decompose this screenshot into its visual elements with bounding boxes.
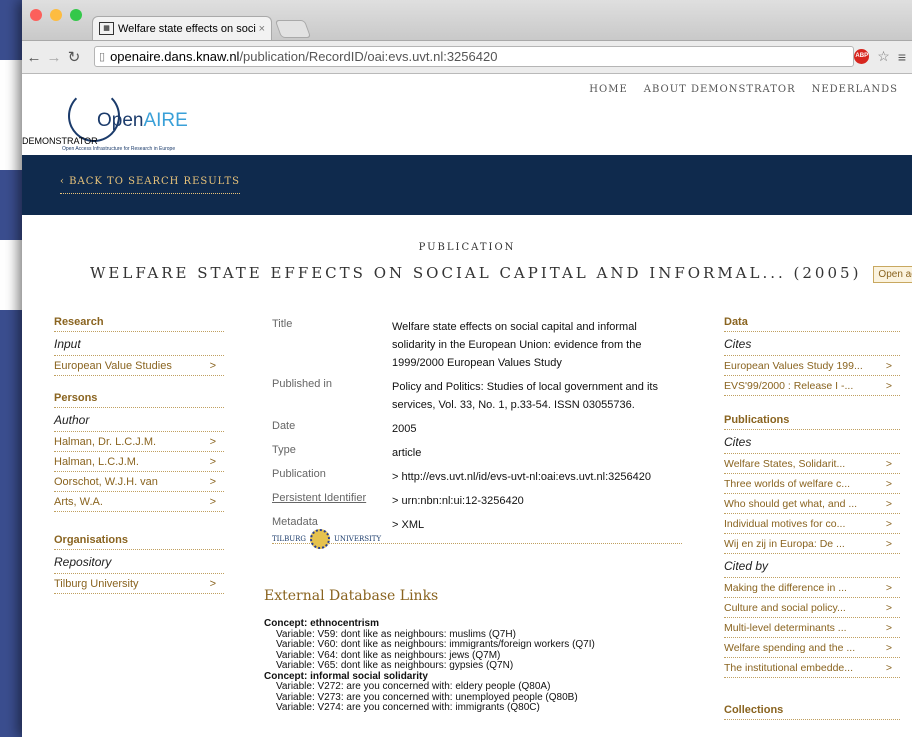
variable-link[interactable]: Variable: V274: are you concerned with: … (264, 702, 595, 714)
right-column: Data Cites European Values Study 199... >… (724, 314, 900, 720)
cites-item[interactable]: Who should get what, and ... > (724, 494, 900, 514)
logo-tagline: Open Access Infrastructure for Research … (62, 146, 176, 152)
zoom-window-button[interactable] (70, 9, 82, 21)
cited-by-item[interactable]: Culture and social policy... > (724, 598, 900, 618)
variable-link[interactable]: Variable: V60: dont like as neighbours: … (264, 639, 595, 651)
data-item[interactable]: European Values Study 199... > (724, 356, 900, 376)
cites-item[interactable]: Wij en zij in Europa: De ... > (724, 534, 900, 554)
page-icon: ▯ (99, 51, 106, 63)
persistent-identifier-link[interactable]: Persistent Identifier (272, 492, 392, 510)
concept-label: Concept: ethnocentrism (264, 618, 380, 629)
cites-item[interactable]: Three worlds of welfare c... > (724, 474, 900, 494)
collections-heading: Collections (724, 702, 900, 720)
variable-link[interactable]: Variable: V65: dont like as neighbours: … (264, 660, 595, 672)
address-bar[interactable]: ▯ openaire.dans.knaw.nl/publication/Reco… (94, 46, 854, 67)
publication-title: WELFARE STATE EFFECTS ON SOCIAL CAPITAL … (90, 264, 862, 282)
meta-row-publication: Publication > http://evs.uvt.nl/id/evs-uv… (272, 465, 682, 489)
cited-by-item[interactable]: Making the difference in ... > (724, 578, 900, 598)
meta-row-date: Date 2005 (272, 420, 417, 435)
meta-row-title: Title Welfare state effects on social cap… (272, 318, 642, 369)
author-subheading: Author (54, 408, 224, 432)
page-title: WELFARE STATE EFFECTS ON SOCIAL CAPITAL … (90, 264, 912, 283)
browser-window: ▦ Welfare state effects on soci × ← → ↻ … (22, 0, 912, 737)
external-links-heading: External Database Links (264, 588, 439, 604)
data-heading: Data (724, 314, 900, 332)
logo-demonstrator: DEMONSTRATOR (22, 136, 98, 146)
input-item[interactable]: European Value Studies > (54, 356, 224, 376)
research-heading: Research (54, 314, 224, 332)
input-subheading: Input (54, 332, 224, 356)
forward-arrow-icon[interactable]: → (44, 49, 64, 66)
cites-item[interactable]: Welfare States, Solidarit... > (724, 454, 900, 474)
web-page: HOME ABOUT DEMONSTRATOR NEDERLANDS OpenA… (22, 74, 912, 737)
back-arrow-icon[interactable]: ← (24, 49, 44, 66)
nav-about[interactable]: ABOUT DEMONSTRATOR (644, 84, 796, 95)
reload-icon[interactable]: ↻ (64, 48, 84, 66)
author-item[interactable]: Halman, L.C.J.M. > (54, 452, 224, 472)
openaire-logo[interactable]: OpenAIRE DEMONSTRATOR Open Access Infras… (22, 84, 222, 154)
nav-home[interactable]: HOME (589, 84, 627, 95)
author-item[interactable]: Oorschot, W.J.H. van > (54, 472, 224, 492)
tab-bar: ▦ Welfare state effects on soci × (22, 0, 912, 41)
star-icon[interactable]: ☆ (877, 48, 890, 65)
repository-subheading: Repository (54, 550, 224, 574)
cited-by-item[interactable]: The institutional embedde... > (724, 658, 900, 678)
browser-toolbar: ← → ↻ ▯ openaire.dans.knaw.nl/publicatio… (22, 41, 912, 74)
xml-link[interactable]: > XML (392, 516, 682, 534)
back-to-search-link[interactable]: ‹ BACK TO SEARCH RESULTS (60, 176, 240, 194)
page-banner: ‹ BACK TO SEARCH RESULTS (22, 155, 912, 215)
tab-title: Welfare state effects on soci (118, 22, 256, 35)
close-window-button[interactable] (30, 9, 42, 21)
close-tab-icon[interactable]: × (259, 23, 265, 35)
author-item[interactable]: Arts, W.A. > (54, 492, 224, 512)
logo-name: OpenAIRE (97, 110, 188, 131)
adblock-icon[interactable]: ABP (854, 49, 870, 64)
university-seal-icon (310, 529, 330, 549)
data-cites-subheading: Cites (724, 332, 900, 356)
nav-language[interactable]: NEDERLANDS (812, 84, 898, 95)
identifier-link[interactable]: > urn:nbn:nl:ui:12-3256420 (392, 492, 682, 510)
author-item[interactable]: Halman, Dr. L.C.J.M. > (54, 432, 224, 452)
publications-heading: Publications (724, 412, 900, 430)
open-access-badge: Open access (873, 265, 912, 283)
meta-row-identifier: Persistent Identifier > urn:nbn:nl:ui:12-… (272, 489, 682, 513)
tab-active[interactable]: ▦ Welfare state effects on soci × (92, 16, 272, 40)
new-tab-button[interactable] (274, 20, 312, 38)
meta-row-type: Type article (272, 444, 422, 459)
meta-row-published: Published in Policy and Politics: Studies… (272, 378, 658, 411)
url-host: openaire.dans.knaw.nl (110, 49, 240, 64)
pub-cites-subheading: Cites (724, 430, 900, 454)
cited-by-subheading: Cited by (724, 554, 900, 578)
menu-icon[interactable]: ≡ (898, 49, 906, 65)
minimize-window-button[interactable] (50, 9, 62, 21)
cited-by-item[interactable]: Welfare spending and the ... > (724, 638, 900, 658)
tilburg-university-logo: TILBURG UNIVERSITY (272, 529, 381, 549)
organisations-heading: Organisations (54, 532, 224, 550)
toolbar-right: ABP ☆ ≡ (854, 48, 906, 65)
left-column: Research Input European Value Studies > P… (54, 314, 224, 594)
cited-by-item[interactable]: Multi-level determinants ... > (724, 618, 900, 638)
building-icon: ▦ (99, 22, 114, 35)
publication-link[interactable]: > http://evs.uvt.nl/id/evs-uvt-nl:oai:ev… (392, 468, 682, 486)
publication-kicker: PUBLICATION (418, 242, 516, 253)
top-navigation: HOME ABOUT DEMONSTRATOR NEDERLANDS (589, 84, 898, 95)
external-links-list: Concept: ethnocentrism Variable: V59: do… (264, 618, 595, 714)
persons-heading: Persons (54, 390, 224, 408)
metadata-table: Title Welfare state effects on social cap… (272, 315, 682, 544)
data-item[interactable]: EVS'99/2000 : Release I -... > (724, 376, 900, 396)
cites-item[interactable]: Individual motives for co... > (724, 514, 900, 534)
repository-item[interactable]: Tilburg University > (54, 574, 224, 594)
url-path: /publication/RecordID/oai:evs.uvt.nl:325… (239, 49, 498, 64)
variable-link[interactable]: Variable: V272: are you concerned with: … (264, 681, 595, 693)
